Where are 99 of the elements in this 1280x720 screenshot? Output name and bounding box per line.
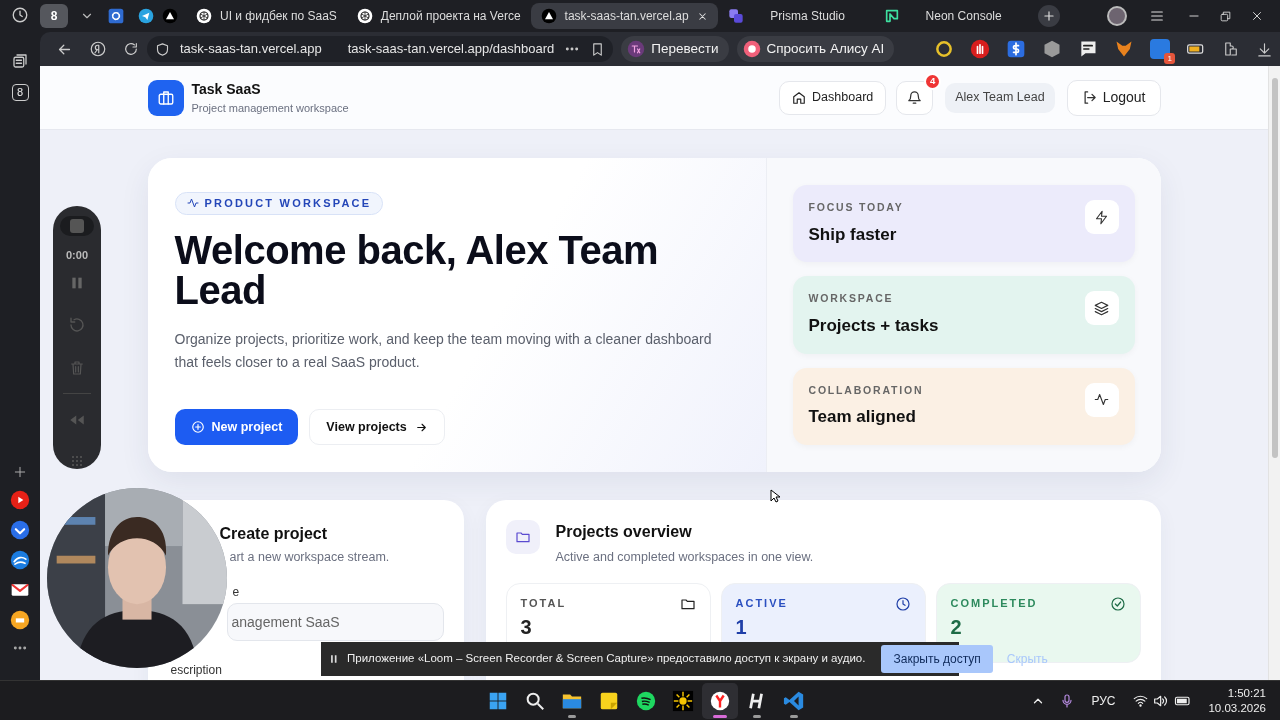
address-bar[interactable]: task-saas-tan.vercel.app task-saas-tan.vercel.app/dashboard bbox=[147, 36, 614, 62]
home-icon bbox=[792, 90, 807, 105]
stat-label: TOTAL bbox=[520, 595, 567, 610]
grid-icon[interactable] bbox=[69, 453, 85, 469]
view-projects-button[interactable]: View projects bbox=[309, 409, 445, 446]
wifi-icon[interactable] bbox=[1133, 693, 1149, 708]
logout-button[interactable]: Logout bbox=[1066, 79, 1161, 116]
folder-icon bbox=[514, 529, 531, 545]
field-label: escription bbox=[170, 663, 222, 677]
tab-group-badge[interactable]: 8 bbox=[40, 4, 68, 28]
taskbar-app[interactable] bbox=[702, 682, 738, 719]
dollar-icon[interactable] bbox=[1006, 39, 1027, 59]
stat-label: ACTIVE bbox=[735, 595, 788, 610]
browser-icon bbox=[709, 689, 731, 712]
shield-icon bbox=[155, 41, 170, 57]
highlight-label: COLLABORATION bbox=[808, 382, 924, 398]
add-icon[interactable] bbox=[12, 464, 28, 480]
translate-button[interactable]: Перевести bbox=[621, 36, 729, 62]
pause-icon bbox=[329, 653, 339, 665]
restart-icon[interactable] bbox=[68, 316, 86, 335]
activity-icon bbox=[1094, 392, 1109, 408]
extension-badge: 1 bbox=[1164, 53, 1176, 64]
create-project-title: Create project bbox=[219, 524, 329, 544]
clock-date[interactable]: 10.03.2026 bbox=[1208, 700, 1266, 716]
workspace-tag: PRODUCT WORKSPACE bbox=[174, 192, 384, 215]
highlight-title: Projects + tasks bbox=[808, 315, 939, 338]
briefcase-icon bbox=[156, 88, 175, 107]
check-circle-icon bbox=[1109, 595, 1126, 612]
profile-avatar[interactable] bbox=[1107, 6, 1127, 26]
download-icon[interactable] bbox=[1256, 40, 1274, 58]
tabs-icon[interactable] bbox=[11, 52, 29, 70]
reload-icon[interactable] bbox=[123, 41, 139, 57]
overview-subtitle: Active and completed workspaces in one view. bbox=[555, 549, 814, 566]
notice-text: Приложение «Loom – Screen Recorder & Screen Capture» предоставило доступ к экрану и аудио. bbox=[347, 651, 866, 667]
swirl-icon[interactable] bbox=[10, 550, 30, 570]
close-icon[interactable] bbox=[1250, 9, 1264, 23]
restore-icon[interactable] bbox=[1219, 9, 1232, 23]
code-editor-icon bbox=[783, 689, 805, 712]
create-project-subtitle: art a new workspace stream. bbox=[229, 550, 391, 565]
history-icon[interactable] bbox=[11, 6, 29, 24]
browser-tab[interactable]: Деплой проекта на Verce bbox=[346, 3, 531, 29]
stat-label: COMPLETED bbox=[950, 595, 1038, 610]
n-logo-icon bbox=[883, 8, 900, 24]
highlight-title: Ship faster bbox=[808, 223, 898, 246]
music-icon bbox=[635, 689, 657, 712]
browser-tab[interactable]: task-saas-tan.vercel.ap bbox=[530, 3, 718, 29]
browser-tab[interactable]: UI и фидбек по SaaS bbox=[186, 3, 347, 29]
notification-count: 4 bbox=[924, 72, 942, 90]
highlight-title: Team aligned bbox=[808, 406, 917, 429]
brand-name: Task SaaS bbox=[191, 79, 262, 99]
ya-icon[interactable] bbox=[89, 40, 107, 58]
stop-sharing-button[interactable]: Закрыть доступ bbox=[881, 645, 993, 673]
knot-icon bbox=[356, 8, 373, 24]
squares-icon bbox=[727, 8, 744, 24]
language-indicator[interactable]: РУС bbox=[1091, 691, 1116, 710]
stat-value: 2 bbox=[950, 614, 963, 639]
activity-icon bbox=[186, 197, 199, 210]
clock-icon bbox=[894, 595, 911, 612]
triangle-tab-icon[interactable] bbox=[162, 8, 178, 24]
browser-tab[interactable]: Prisma Studio bbox=[717, 3, 874, 29]
play-icon[interactable] bbox=[10, 490, 30, 510]
new-tab-button[interactable] bbox=[1037, 5, 1060, 27]
menu-icon[interactable] bbox=[1149, 8, 1165, 24]
stat-value: 3 bbox=[520, 614, 533, 639]
field-label: e bbox=[232, 585, 240, 599]
scrollbar-thumb[interactable] bbox=[1271, 78, 1278, 458]
bolt-icon bbox=[1094, 209, 1109, 225]
hero-description: Organize projects, prioritize work, and keep the team moving with a cleaner dashboard that feels closer to a real SaaS product. bbox=[174, 330, 713, 372]
close-icon[interactable] bbox=[696, 10, 708, 22]
logout-icon bbox=[1081, 90, 1097, 105]
ring-icon[interactable] bbox=[934, 39, 955, 59]
bell-icon bbox=[907, 90, 923, 105]
layers-icon bbox=[1094, 300, 1109, 316]
workspace-badge[interactable]: 8 bbox=[11, 84, 29, 101]
highlight-label: WORKSPACE bbox=[808, 291, 895, 307]
notifications-button[interactable] bbox=[896, 80, 934, 115]
speech-icon[interactable] bbox=[1078, 39, 1099, 59]
new-project-button[interactable]: New project bbox=[174, 409, 299, 446]
cube-icon[interactable] bbox=[1042, 39, 1063, 59]
name-field[interactable]: anagement SaaS bbox=[226, 603, 444, 641]
overview-title: Projects overview bbox=[555, 522, 693, 542]
clock-time[interactable]: 1:50:21 bbox=[1208, 685, 1266, 701]
translate-icon bbox=[627, 40, 646, 58]
ask-alice-button[interactable]: Спросить Алису AI bbox=[736, 36, 895, 62]
plus-circle-icon bbox=[190, 420, 205, 435]
knot-icon bbox=[196, 8, 212, 24]
recording-timer: 0:00 bbox=[66, 248, 88, 264]
browser-tab[interactable]: Neon Console bbox=[873, 3, 1030, 29]
sun-icon bbox=[672, 689, 694, 712]
plus-icon bbox=[1041, 9, 1056, 23]
alice-icon bbox=[742, 40, 761, 58]
user-name: Alex Team Lead bbox=[945, 82, 1055, 113]
brand-tagline: Project management workspace bbox=[191, 100, 349, 116]
welcome-heading: Welcome back, Alex Team Lead bbox=[174, 230, 660, 311]
send-tab-icon[interactable] bbox=[138, 8, 154, 24]
stat-value: 1 bbox=[735, 614, 748, 639]
extension-icon[interactable] bbox=[1150, 39, 1171, 59]
highlight-label: FOCUS TODAY bbox=[808, 200, 904, 215]
dashboard-link[interactable]: Dashboard bbox=[779, 80, 887, 115]
